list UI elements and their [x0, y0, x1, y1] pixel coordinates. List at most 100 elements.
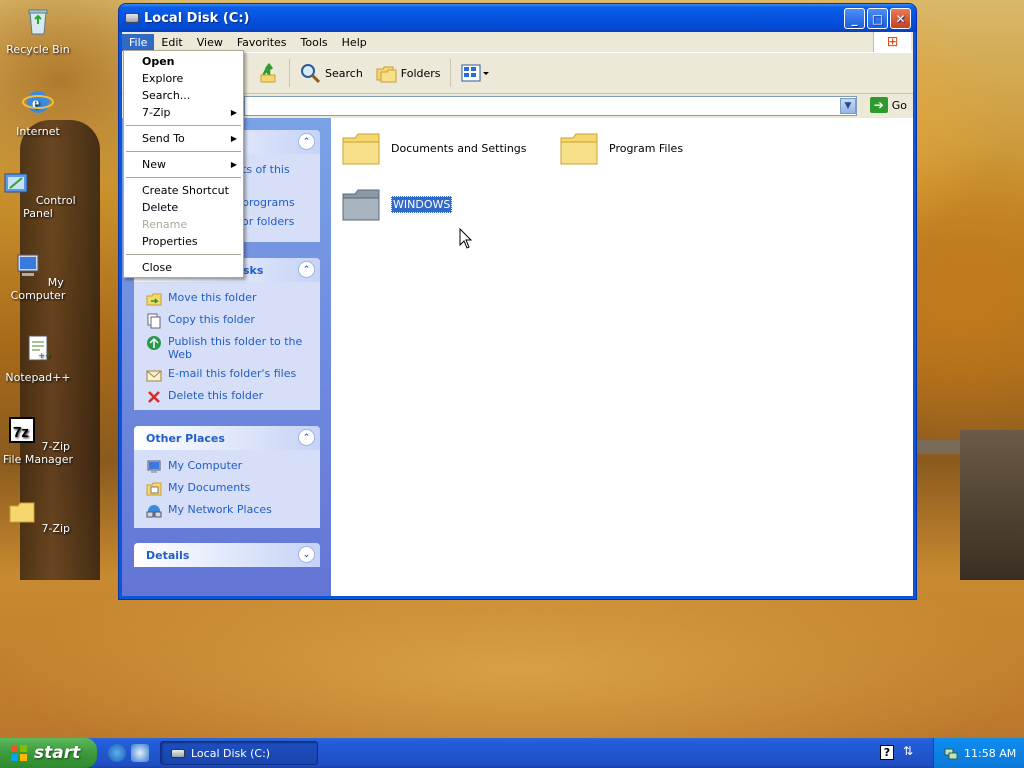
desktop-icon-7zip-folder[interactable]: 7-Zip	[0, 496, 76, 535]
chevron-down-icon[interactable]: ▼	[840, 98, 856, 114]
file-menu-create-shortcut[interactable]: Create Shortcut	[124, 182, 243, 199]
task-publish-folder[interactable]: Publish this folder to the Web	[146, 332, 310, 364]
svg-text:e: e	[32, 95, 39, 112]
go-arrow-icon: ➔	[869, 97, 888, 113]
task-link-partial[interactable]: programs	[242, 193, 310, 212]
network-icon[interactable]	[944, 746, 958, 760]
task-link-partial[interactable]: or folders	[242, 212, 310, 231]
7zip-icon: 7z	[8, 417, 35, 443]
panel-header[interactable]: Other Places ⌃	[134, 426, 320, 450]
collapse-icon[interactable]: ⌃	[298, 133, 315, 150]
menu-separator	[126, 151, 241, 152]
minimize-button[interactable]: _	[844, 8, 865, 29]
title-bar[interactable]: Local Disk (C:) _ □ ✕	[119, 4, 916, 32]
place-my-computer[interactable]: My Computer	[146, 456, 310, 478]
address-input[interactable]: ▼	[244, 96, 857, 116]
windows-logo-icon: ⊞	[873, 32, 911, 52]
desktop-icon-internet[interactable]: e Internet	[0, 86, 76, 138]
folders-button[interactable]: Folders	[369, 58, 447, 88]
maximize-button[interactable]: □	[867, 8, 888, 29]
menu-help[interactable]: Help	[335, 34, 374, 51]
task-delete-folder[interactable]: Delete this folder	[146, 386, 310, 408]
taskbar-button-local-disk[interactable]: Local Disk (C:)	[160, 741, 318, 765]
submenu-arrow-icon: ▶	[230, 134, 237, 143]
collapse-icon[interactable]: ⌃	[298, 261, 315, 278]
delete-x-icon	[148, 391, 160, 403]
file-menu-new[interactable]: New ▶	[124, 156, 243, 173]
toolbar-separator	[289, 59, 290, 87]
place-label: My Computer	[168, 459, 243, 472]
mouse-cursor-icon	[459, 228, 473, 249]
file-menu-7zip[interactable]: 7-Zip ▶	[124, 104, 243, 121]
place-my-network-places[interactable]: My Network Places	[146, 500, 310, 522]
file-menu-explore[interactable]: Explore	[124, 70, 243, 87]
task-label: Publish this folder to the Web	[168, 335, 303, 361]
task-link-partial[interactable]: ts of this	[242, 160, 310, 179]
task-copy-folder[interactable]: Copy this folder	[146, 310, 310, 332]
quick-launch-desktop-icon[interactable]	[131, 744, 149, 762]
expand-icon[interactable]: ⌄	[298, 546, 315, 563]
taskbar: start Local Disk (C:) ? ⇅ 11:58 AM	[0, 738, 1024, 768]
windows-flag-icon	[11, 745, 27, 761]
file-menu-search[interactable]: Search...	[124, 87, 243, 104]
folder-item[interactable]: Documents and Settings	[341, 130, 527, 166]
menu-item-label: New	[142, 158, 166, 171]
panel-title: Details	[146, 548, 190, 562]
folder-item[interactable]: Program Files	[559, 130, 683, 166]
panel-header[interactable]: Details ⌄	[134, 543, 320, 567]
desktop-icon-7zip-file-manager[interactable]: 7z 7-Zip File Manager	[0, 414, 76, 466]
my-computer-icon	[17, 254, 39, 276]
file-menu-properties[interactable]: Properties	[124, 233, 243, 250]
menu-separator	[126, 254, 241, 255]
file-menu-dropdown: Open Explore Search... 7-Zip ▶ Send To ▶ N…	[123, 50, 244, 278]
menu-file[interactable]: File	[122, 33, 155, 51]
file-menu-delete[interactable]: Delete	[124, 199, 243, 216]
go-button[interactable]: ➔ Go	[869, 97, 907, 113]
copy-folder-icon	[147, 313, 161, 329]
folder-icon	[342, 133, 380, 165]
task-label: Delete this folder	[168, 389, 264, 402]
file-menu-close[interactable]: Close	[124, 259, 243, 276]
clock: 11:58 AM	[964, 746, 1017, 760]
views-button[interactable]	[454, 58, 496, 88]
task-move-folder[interactable]: Move this folder	[146, 288, 310, 310]
menu-edit[interactable]: Edit	[154, 34, 189, 51]
up-arrow-icon	[260, 62, 276, 83]
desktop-icon-label: Notepad++	[5, 371, 71, 384]
search-icon	[301, 64, 321, 84]
folder-name: Program Files	[609, 141, 684, 155]
desktop-icon-my-computer[interactable]: My Computer	[0, 250, 76, 302]
place-my-documents[interactable]: My Documents	[146, 478, 310, 500]
search-button[interactable]: Search	[293, 58, 369, 88]
help-icon[interactable]: ?	[880, 745, 894, 760]
file-menu-send-to[interactable]: Send To ▶	[124, 130, 243, 147]
start-label: start	[34, 743, 81, 763]
collapse-icon[interactable]: ⌃	[298, 429, 315, 446]
panel-other-places: Other Places ⌃ My Computer My Documents …	[134, 426, 320, 528]
file-menu-open[interactable]: Open	[124, 53, 243, 70]
folder-item-selected[interactable]: WINDOWS	[341, 186, 453, 222]
folder-view[interactable]: Documents and Settings Program Files WIN…	[331, 118, 913, 596]
folder-icon	[342, 189, 380, 221]
desktop-icon-control-panel[interactable]: Control Panel	[0, 168, 76, 220]
start-button[interactable]: start	[0, 738, 97, 768]
my-computer-icon	[147, 460, 161, 473]
desktop-icon-notepad-plus-plus[interactable]: ++ Notepad++	[0, 332, 76, 384]
menu-view[interactable]: View	[190, 34, 230, 51]
internet-explorer-icon: e	[22, 91, 54, 113]
folders-icon	[376, 66, 397, 83]
menu-item-label: Send To	[142, 132, 185, 145]
sync-icon[interactable]: ⇅	[903, 744, 913, 758]
folder-icon	[9, 502, 35, 523]
taskbar-button-label: Local Disk (C:)	[191, 746, 271, 760]
globe-icon	[147, 336, 161, 350]
search-label: Search	[325, 66, 363, 80]
task-email-files[interactable]: E-mail this folder's files	[146, 364, 310, 386]
up-folder-button[interactable]	[252, 58, 286, 88]
desktop-icon-recycle-bin[interactable]: Recycle Bin	[0, 4, 76, 56]
menu-favorites[interactable]: Favorites	[230, 34, 294, 51]
menu-tools[interactable]: Tools	[294, 34, 335, 51]
quick-launch-ie-icon[interactable]	[108, 744, 126, 762]
close-button[interactable]: ✕	[890, 8, 911, 29]
go-label: Go	[891, 98, 907, 112]
